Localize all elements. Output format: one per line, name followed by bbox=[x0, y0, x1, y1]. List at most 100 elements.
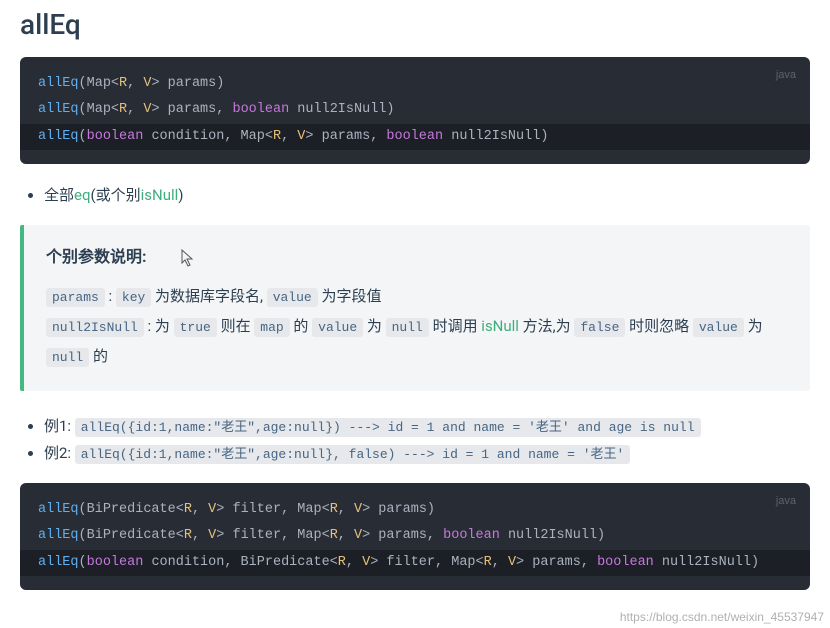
tok: > params) bbox=[151, 76, 224, 91]
tok: > params, bbox=[362, 528, 443, 543]
example-2: 例2: allEq({id:1,name:"老王",age:null}, fal… bbox=[44, 440, 810, 467]
tok: (Map< bbox=[79, 102, 120, 117]
tok: , bbox=[192, 502, 208, 517]
tok: null2IsNull) bbox=[500, 528, 605, 543]
code-block-2: java allEq(BiPredicate<R, V> filter, Map… bbox=[20, 483, 810, 590]
tok: > filter, Map< bbox=[216, 502, 329, 517]
tok: , bbox=[338, 528, 354, 543]
code-inline: key bbox=[116, 288, 151, 307]
type: R bbox=[273, 129, 281, 144]
code-inline: false bbox=[574, 318, 625, 337]
text: 为数据库字段名, bbox=[151, 287, 266, 305]
tok: , bbox=[127, 76, 143, 91]
text: 例1: bbox=[44, 417, 75, 435]
summary-list: 全部eq(或个别isNull) bbox=[20, 182, 810, 209]
text: ) bbox=[178, 186, 183, 204]
code-inline: null2IsNull bbox=[46, 318, 144, 337]
param-desc-params: params : key 为数据库字段名, value 为字段值 bbox=[46, 281, 788, 311]
kw: boolean bbox=[597, 555, 654, 570]
tok: (Map< bbox=[79, 76, 120, 91]
code-inline: allEq({id:1,name:"老王",age:null}) ---> id… bbox=[75, 418, 701, 437]
type: R bbox=[484, 555, 492, 570]
type: V bbox=[354, 502, 362, 517]
text: (或个别 bbox=[91, 186, 141, 204]
code-inline: null bbox=[386, 318, 429, 337]
fn: allEq bbox=[38, 528, 79, 543]
watermark: https://blog.csdn.net/weixin_45537947 bbox=[620, 610, 824, 624]
type: R bbox=[184, 502, 192, 517]
text: 为 bbox=[744, 317, 763, 335]
page-title: allEq bbox=[20, 8, 810, 41]
tok: condition, Map< bbox=[143, 129, 273, 144]
code-line-highlight: allEq(boolean condition, BiPredicate<R, … bbox=[20, 550, 810, 576]
tok: > params, bbox=[305, 129, 386, 144]
info-box: 个别参数说明: params : key 为数据库字段名, value 为字段值… bbox=[20, 225, 810, 391]
text: 全部 bbox=[44, 186, 74, 204]
type: R bbox=[184, 528, 192, 543]
link-eq[interactable]: eq bbox=[74, 186, 90, 204]
kw: boolean bbox=[232, 102, 289, 117]
fn: allEq bbox=[38, 502, 79, 517]
fn: allEq bbox=[38, 555, 79, 570]
cursor-icon bbox=[181, 249, 195, 267]
examples-list: 例1: allEq({id:1,name:"老王",age:null}) ---… bbox=[20, 413, 810, 467]
type: R bbox=[330, 528, 338, 543]
code-inline: value bbox=[693, 318, 744, 337]
text: 的 bbox=[89, 347, 108, 365]
code-line: allEq(BiPredicate<R, V> filter, Map<R, V… bbox=[38, 497, 792, 523]
lang-tag: java bbox=[776, 65, 796, 86]
tok: (BiPredicate< bbox=[79, 502, 184, 517]
param-desc-null2isnull: null2IsNull : 为 true 则在 map 的 value 为 nu… bbox=[46, 311, 788, 371]
text: : 为 bbox=[144, 317, 174, 335]
kw: boolean bbox=[87, 555, 144, 570]
code-inline: true bbox=[174, 318, 217, 337]
example-1: 例1: allEq({id:1,name:"老王",age:null}) ---… bbox=[44, 413, 810, 440]
code-inline: null bbox=[46, 348, 89, 367]
tok: ( bbox=[79, 555, 87, 570]
tok: , bbox=[192, 528, 208, 543]
code-line: allEq(Map<R, V> params) bbox=[38, 71, 792, 97]
code-line-highlight: allEq(boolean condition, Map<R, V> param… bbox=[20, 124, 810, 150]
tok: , bbox=[127, 102, 143, 117]
tok: > params, bbox=[516, 555, 597, 570]
type: R bbox=[119, 102, 127, 117]
type: V bbox=[508, 555, 516, 570]
tok: > params, bbox=[151, 102, 232, 117]
type: V bbox=[362, 555, 370, 570]
summary-item: 全部eq(或个别isNull) bbox=[44, 182, 810, 209]
type: R bbox=[119, 76, 127, 91]
code-line: allEq(BiPredicate<R, V> filter, Map<R, V… bbox=[38, 523, 792, 549]
info-heading: 个别参数说明: bbox=[46, 243, 788, 267]
tok: > params) bbox=[362, 502, 435, 517]
code-inline: map bbox=[254, 318, 289, 337]
kw: boolean bbox=[386, 129, 443, 144]
tok: (BiPredicate< bbox=[79, 528, 184, 543]
text: 方法,为 bbox=[519, 317, 574, 335]
lang-tag: java bbox=[776, 491, 796, 512]
tok: ( bbox=[79, 129, 87, 144]
tok: , bbox=[281, 129, 297, 144]
text: 例2: bbox=[44, 444, 75, 462]
code-inline: value bbox=[312, 318, 363, 337]
text: : bbox=[105, 287, 116, 305]
fn: allEq bbox=[38, 76, 79, 91]
text: 的 bbox=[290, 317, 312, 335]
code-block-1: java allEq(Map<R, V> params) allEq(Map<R… bbox=[20, 57, 810, 164]
text: 时则忽略 bbox=[625, 317, 692, 335]
type: V bbox=[354, 528, 362, 543]
type: R bbox=[330, 502, 338, 517]
link-isnull[interactable]: isNull bbox=[481, 317, 519, 335]
tok: > filter, Map< bbox=[216, 528, 329, 543]
code-inline: value bbox=[267, 288, 318, 307]
text: 为 bbox=[363, 317, 385, 335]
link-isnull[interactable]: isNull bbox=[141, 186, 179, 204]
tok: null2IsNull) bbox=[654, 555, 759, 570]
text: 为字段值 bbox=[318, 287, 382, 305]
type: R bbox=[338, 555, 346, 570]
code-inline: params bbox=[46, 288, 105, 307]
tok: > filter, Map< bbox=[370, 555, 483, 570]
fn: allEq bbox=[38, 129, 79, 144]
tok: , bbox=[338, 502, 354, 517]
tok: , bbox=[492, 555, 508, 570]
tok: null2IsNull) bbox=[289, 102, 394, 117]
